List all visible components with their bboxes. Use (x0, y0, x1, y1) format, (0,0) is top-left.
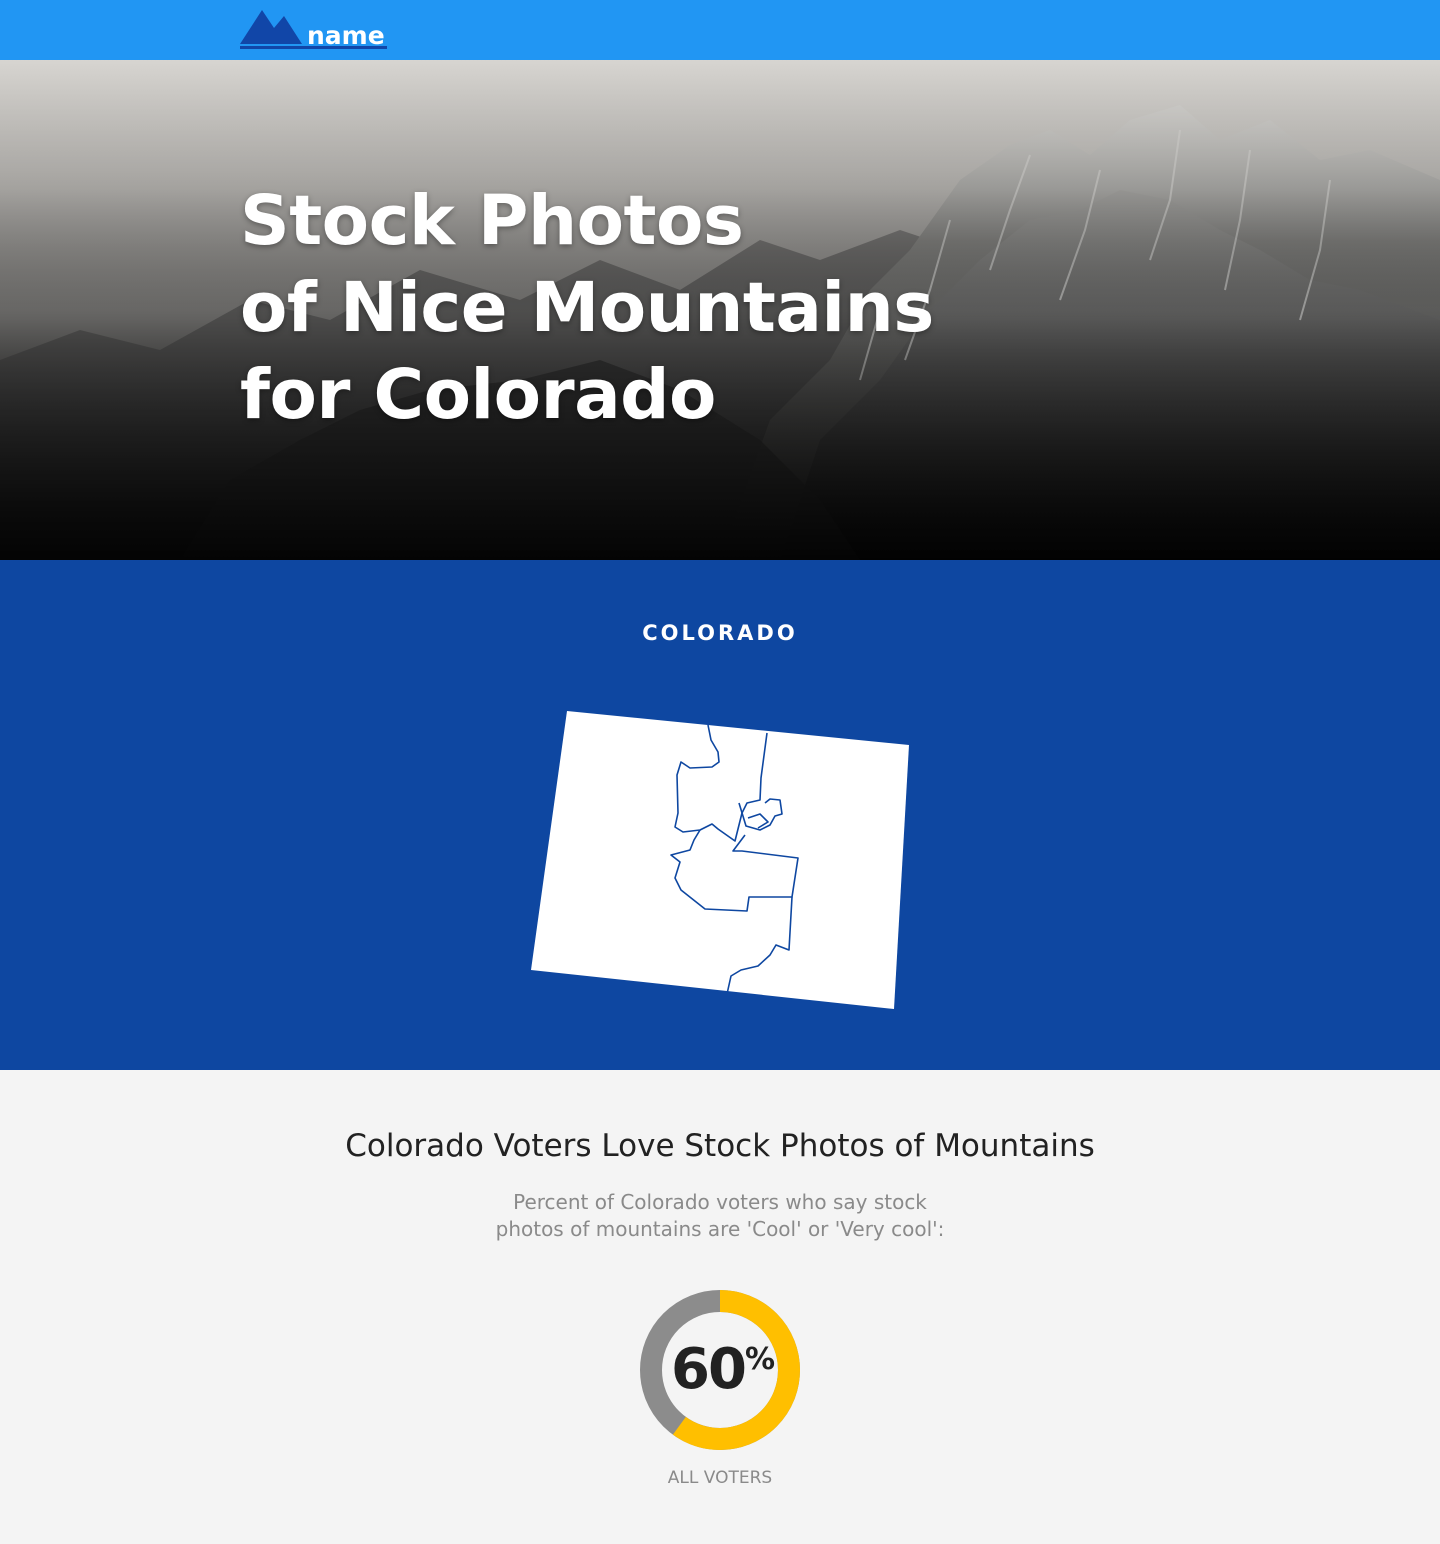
donut-chart: 60% (640, 1290, 800, 1450)
donut-value: 60% (668, 1340, 778, 1400)
survey-subtitle: Percent of Colorado voters who say stock… (470, 1189, 970, 1243)
top-bar: name (0, 0, 1440, 60)
hero-title: Stock Photos of Nice Mountains for Color… (240, 178, 934, 439)
survey-subtitle-line-1: Percent of Colorado voters who say stock (513, 1190, 927, 1214)
state-label: COLORADO (642, 621, 798, 645)
colorado-district-map (531, 711, 909, 1009)
hero-banner: Stock Photos of Nice Mountains for Color… (0, 60, 1440, 560)
hero-title-line-1: Stock Photos (240, 181, 744, 261)
donut-unit: % (744, 1342, 775, 1377)
mountain-logo-icon (240, 10, 302, 44)
logo-underline (240, 46, 387, 49)
hero-title-line-3: for Colorado (240, 355, 716, 435)
donut-number: 60 (671, 1337, 747, 1402)
logo-text: name (307, 21, 385, 50)
site-logo[interactable]: name (240, 10, 390, 52)
survey-subtitle-line-2: photos of mountains are 'Cool' or 'Very … (495, 1217, 945, 1241)
survey-title: Colorado Voters Love Stock Photos of Mou… (345, 1128, 1095, 1164)
donut-label: ALL VOTERS (667, 1468, 773, 1488)
hero-title-line-2: of Nice Mountains (240, 268, 934, 348)
